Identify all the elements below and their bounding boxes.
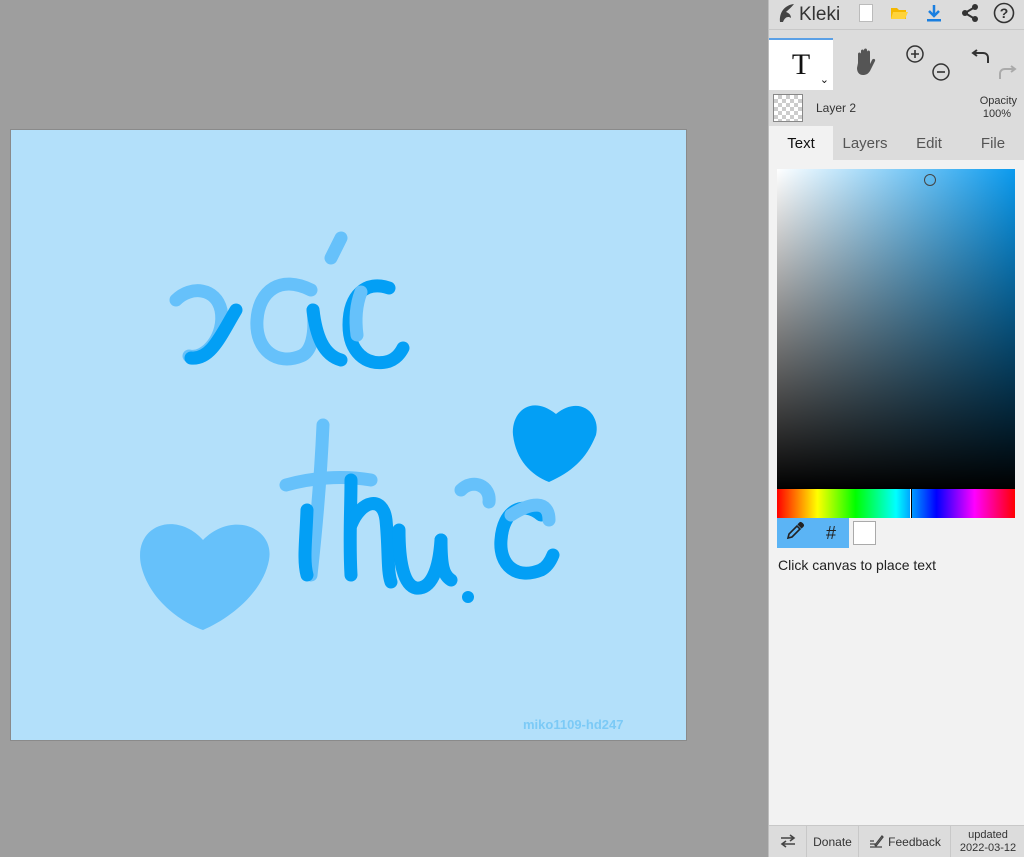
help-icon: ? — [993, 2, 1015, 29]
eyedropper-button[interactable] — [777, 518, 813, 548]
top-toolbar: Kleki ? — [769, 0, 1024, 30]
feedback-button[interactable]: Feedback — [859, 826, 951, 857]
layer-thumbnail — [773, 94, 803, 122]
chevron-down-icon[interactable]: ⌄ — [820, 73, 829, 86]
tab-text[interactable]: Text — [769, 126, 833, 160]
sidebar: Kleki ? T ⌄ Layer 2 Opacity 100% Text La… — [768, 0, 1024, 857]
instruction-text: Click canvas to place text — [778, 557, 936, 573]
text-tool-icon: T — [791, 48, 811, 81]
text-tool-button[interactable]: T ⌄ — [769, 38, 833, 90]
hand-tool-icon — [851, 47, 879, 82]
tab-file[interactable]: File — [961, 126, 1024, 160]
watermark: miko1109-hd247 — [523, 717, 624, 732]
logo-icon — [777, 2, 797, 29]
hue-slider[interactable] — [777, 489, 1015, 518]
updated-info[interactable]: updated 2022-03-12 — [951, 826, 1024, 857]
app-name: Kleki — [799, 4, 841, 25]
workspace[interactable]: miko1109-hd247 — [0, 0, 768, 857]
feedback-icon — [868, 833, 885, 852]
feedback-label: Feedback — [888, 835, 941, 849]
open-folder-icon — [889, 4, 909, 27]
handwriting-dot — [462, 591, 474, 603]
download-icon — [924, 3, 944, 28]
redo-icon[interactable] — [997, 62, 1017, 87]
saturation-value-picker[interactable] — [777, 169, 1015, 489]
swap-icon — [779, 833, 797, 852]
app-logo[interactable]: Kleki — [777, 2, 840, 28]
zoom-in-icon[interactable] — [905, 44, 925, 69]
tab-edit[interactable]: Edit — [897, 126, 961, 160]
heart-shape — [512, 405, 597, 482]
hex-input-button[interactable]: # — [813, 518, 849, 548]
updated-label: updated — [968, 829, 1008, 841]
canvas-artwork — [140, 231, 597, 630]
text-tool-panel: # Click canvas to place text — [769, 160, 1024, 825]
download-button[interactable] — [921, 2, 947, 28]
help-button[interactable]: ? — [991, 2, 1017, 28]
history-controls — [963, 38, 1024, 90]
open-button[interactable] — [886, 2, 912, 28]
color-picker-handle[interactable] — [924, 174, 936, 186]
undo-icon[interactable] — [971, 46, 991, 71]
hue-slider-handle[interactable] — [910, 489, 912, 518]
secondary-color-swatch[interactable] — [853, 521, 876, 545]
footer-bar: Donate Feedback updated 2022-03-12 — [769, 825, 1024, 857]
eyedropper-icon — [785, 521, 805, 546]
tab-layers[interactable]: Layers — [833, 126, 897, 160]
opacity-value: 100% — [982, 108, 1011, 120]
zoom-out-icon[interactable] — [931, 62, 951, 87]
drawing-canvas[interactable]: miko1109-hd247 — [10, 129, 687, 741]
zoom-controls — [899, 38, 959, 90]
handwriting-word — [279, 418, 560, 595]
share-icon — [960, 3, 980, 28]
opacity-label: Opacity — [979, 95, 1017, 107]
svg-text:?: ? — [1000, 5, 1009, 21]
heart-shape — [140, 524, 270, 630]
hand-tool-button[interactable] — [833, 38, 897, 90]
share-button[interactable] — [957, 2, 983, 28]
handwriting-word — [169, 231, 410, 370]
active-layer-row[interactable]: Layer 2 Opacity 100% — [769, 90, 1024, 126]
panel-tabs: Text Layers Edit File — [769, 126, 1024, 160]
tool-row: T ⌄ — [769, 38, 1024, 90]
swap-ui-side-button[interactable] — [769, 826, 807, 857]
new-image-icon — [858, 3, 874, 28]
layer-name: Layer 2 — [816, 101, 857, 115]
new-image-button[interactable] — [853, 2, 879, 28]
updated-date: 2022-03-12 — [959, 842, 1017, 854]
donate-button[interactable]: Donate — [807, 826, 859, 857]
